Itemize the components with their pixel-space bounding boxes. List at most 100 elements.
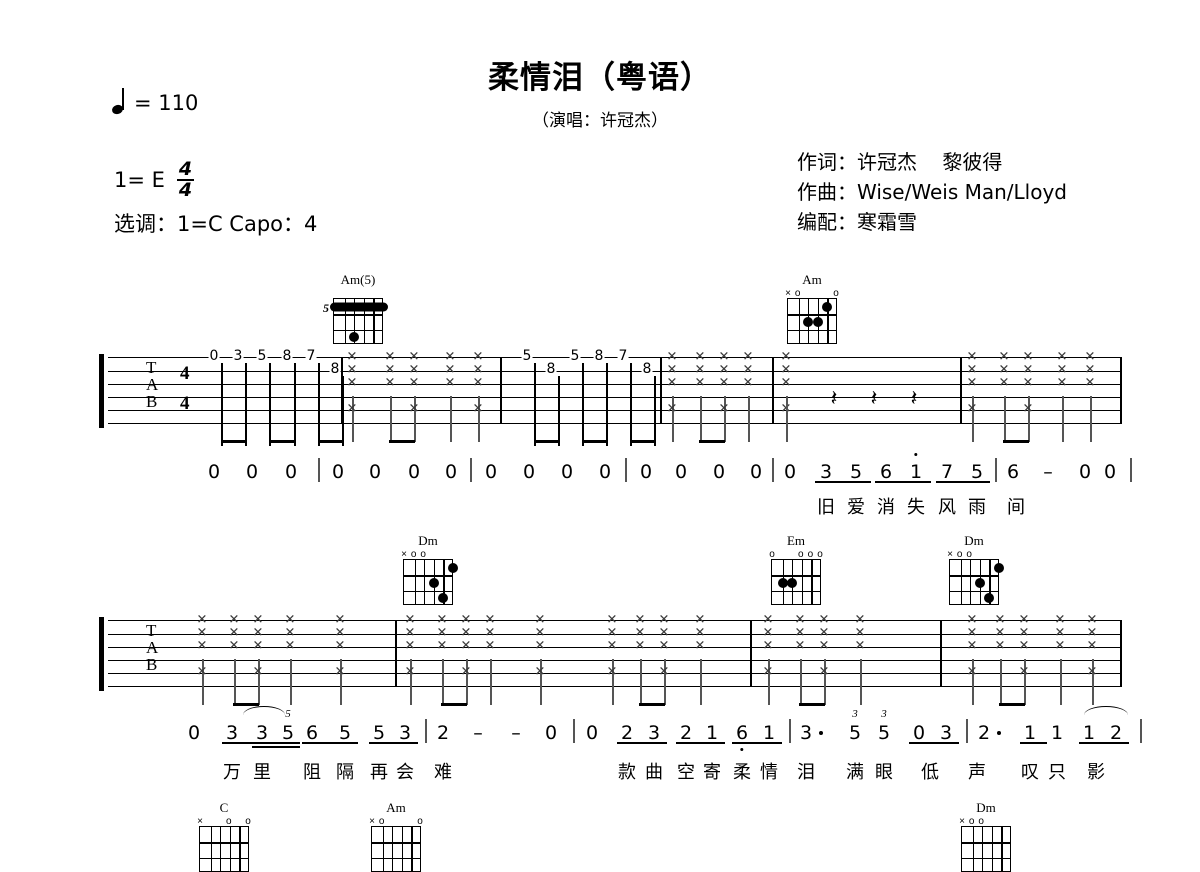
chord-string-markers: × o o [401, 549, 455, 560]
strum-mute-mark: ✕ [334, 638, 346, 654]
chord-name: Am [386, 800, 406, 815]
chord-fretboard [403, 559, 458, 605]
note-stem [534, 363, 536, 446]
muted-string-icon: × [401, 549, 407, 560]
notation-note: 3 [398, 722, 412, 744]
chord-string-markers: × o o [785, 288, 839, 299]
notation-note: 2 [620, 722, 634, 744]
strum-mute-mark: ✕ [606, 664, 618, 680]
open-string-icon: o [378, 816, 385, 827]
chord-fretboard [771, 559, 821, 605]
notation-barline [573, 719, 575, 743]
tab-clef-letter: A [146, 375, 159, 394]
notation-note: 1 [1050, 722, 1064, 744]
strum-mute-mark: ✕ [284, 638, 296, 654]
note-stem [245, 363, 247, 446]
notation-note: 7 [940, 461, 954, 483]
notation-note: 6 [879, 461, 893, 483]
strum-stem [640, 659, 642, 705]
chord-string-markers: × o o [197, 816, 251, 827]
notation-note: 3 [819, 461, 833, 483]
muted-string-icon: × [785, 288, 791, 299]
strum-mute-mark: ✕ [994, 638, 1006, 654]
note-stem [654, 376, 656, 446]
notation-barline [995, 458, 997, 482]
notation-note: 5 [877, 722, 891, 744]
strum-mute-mark: ✕ [404, 638, 416, 654]
tab-fret-number: 8 [593, 348, 605, 364]
strum-mute-mark: ✕ [252, 638, 264, 654]
notation-eighth-underline [732, 742, 782, 744]
strum-mute-mark: ✕ [534, 664, 546, 680]
notation-barline [625, 458, 627, 482]
open-string-icon: o [956, 549, 963, 560]
chord-finger-dot [787, 578, 798, 588]
notation-note: 0 [207, 461, 221, 483]
lyric-syllable: 里 [253, 762, 271, 783]
tab-barline [660, 357, 662, 424]
tab-fret-number: 8 [545, 361, 557, 377]
strum-mute-mark: ✕ [384, 375, 396, 391]
lyric-syllable: 声 [968, 762, 986, 783]
strum-mute-mark: ✕ [794, 638, 806, 654]
open-string-icon: o [798, 549, 804, 560]
chord-name: Em [786, 533, 806, 548]
lyric-syllable: 空 [677, 762, 695, 783]
notation-note: 6 [305, 722, 319, 744]
strum-mute-mark: ✕ [346, 375, 358, 391]
augmentation-dot [997, 731, 1001, 735]
strum-mute-mark: ✕ [1022, 401, 1034, 417]
strum-stem [1060, 659, 1062, 705]
open-string-icon: o [807, 549, 814, 560]
tab-barline [1120, 357, 1122, 424]
chord-finger-dot [448, 562, 458, 573]
sheet-music-page: 柔情泪（粤语） （演唱：许冠杰） = 110 1= E 4 4 选调：1=C C… [0, 0, 1200, 872]
system-bracket [99, 354, 104, 428]
tab-clef-letter: B [146, 655, 158, 674]
strum-mute-mark: ✕ [1056, 375, 1068, 391]
strum-mute-mark: ✕ [718, 375, 730, 391]
tuplet-number: 3 [852, 708, 858, 720]
strum-mute-mark: ✕ [780, 375, 792, 391]
strum-mute-mark: ✕ [666, 375, 678, 391]
beam [318, 440, 342, 444]
strum-mute-mark: ✕ [606, 638, 618, 654]
chord-finger-dot [438, 593, 449, 604]
lyric-syllable: 柔 [733, 762, 751, 783]
lyric-syllable: 泪 [797, 762, 815, 783]
lyric-syllable: 再 [370, 762, 388, 783]
notation-note: 6 [735, 722, 749, 744]
chord-finger-dot [812, 317, 823, 327]
strum-mute-mark: ✕ [666, 401, 678, 417]
quarter-note-icon [112, 88, 126, 116]
chord-diagram-am: Am × o o [368, 800, 424, 872]
chord-diagram-dm: Dm × o o [958, 800, 1014, 872]
notation-note: 0 [912, 722, 926, 744]
strum-stem [1004, 396, 1006, 442]
chord-diagram-am5: Am(5) 5 [323, 272, 388, 344]
lyric-syllable: 雨 [968, 497, 986, 518]
notation-note: 5 [970, 461, 984, 483]
beam [1003, 440, 1029, 444]
strum-stem [290, 659, 292, 705]
strum-mute-mark: ✕ [460, 664, 472, 680]
chord-finger-dot [822, 301, 833, 312]
notation-eighth-underline [302, 742, 358, 744]
notation-note: 0 [368, 461, 382, 483]
notation-eighth-underline [1020, 742, 1047, 744]
tempo-value: = 110 [134, 91, 199, 115]
note-stem [630, 363, 632, 446]
low-octave-dot [740, 748, 744, 752]
tab-clef-letter: T [146, 358, 157, 377]
augmentation-dot [819, 731, 823, 735]
notation-barline [318, 458, 320, 482]
notation-note: – [1043, 461, 1053, 483]
strum-stem [390, 396, 392, 442]
notation-note: 0 [331, 461, 345, 483]
chord-diagram-c: C × o o [196, 800, 252, 872]
quarter-rest-icon: 𝄽 [830, 386, 838, 412]
muted-string-icon: × [197, 816, 203, 827]
notation-barline [1140, 719, 1142, 743]
notation-note: 3 [647, 722, 661, 744]
time-signature-denominator: 4 [178, 179, 193, 201]
